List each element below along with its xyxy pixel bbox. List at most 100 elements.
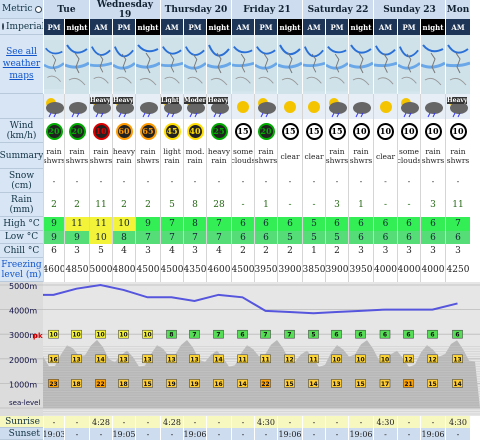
chill-cell: 5 xyxy=(89,244,112,258)
snow-cell: - xyxy=(64,169,89,193)
wind-arrow-icon: 40 xyxy=(186,122,204,140)
weather-icon xyxy=(254,94,277,119)
snow-cell: - xyxy=(43,169,64,193)
weather-map-thumb[interactable] xyxy=(420,35,445,94)
time-of-day: AM xyxy=(373,19,397,35)
snow-cell: - xyxy=(277,169,302,193)
sunset-cell: - xyxy=(325,428,348,440)
wind-speed: 15 xyxy=(237,126,249,136)
weather-map-thumb[interactable] xyxy=(206,35,231,94)
rain-cell: 2 xyxy=(64,193,89,217)
weather-icon: Moderate xyxy=(183,94,206,119)
map-icon xyxy=(446,35,470,94)
chill-cell: 6 xyxy=(43,244,64,258)
weather-map-thumb[interactable] xyxy=(160,35,183,94)
sunset-cell: - xyxy=(373,428,397,440)
unit-metric[interactable]: Metric xyxy=(0,0,43,19)
day-header[interactable]: Tue xyxy=(43,0,89,19)
map-icon xyxy=(113,37,135,92)
temp-badge-text: 10 xyxy=(356,356,364,363)
low-temp-cell: 9 xyxy=(43,231,64,244)
chill-cell: 3 xyxy=(373,244,397,258)
summary-cell: light rain xyxy=(160,143,183,169)
temp-badge-text: 6 xyxy=(455,332,459,339)
radio-icon xyxy=(35,5,43,13)
wind-arrow-icon: 10 xyxy=(377,122,394,140)
chill-cell: 3 xyxy=(135,244,160,258)
sun-icon xyxy=(379,100,392,113)
temp-badge-text: 19 xyxy=(167,381,175,388)
temp-badge-text: 10 xyxy=(381,356,389,363)
weather-map-thumb[interactable] xyxy=(183,35,206,94)
day-header[interactable]: Sunday 23 xyxy=(373,0,445,19)
chill-cell: 3 xyxy=(183,244,206,258)
weather-map-thumb[interactable] xyxy=(348,35,373,94)
weather-map-thumb[interactable] xyxy=(325,35,348,94)
day-header[interactable]: Friday 21 xyxy=(231,0,302,19)
peak-label: pk xyxy=(33,332,43,340)
time-of-day: PM xyxy=(183,19,206,35)
day-header-row: Tue Wednesday 19 Thursday 20 Friday 21 Satur… xyxy=(43,0,470,19)
temp-badge-text: 14 xyxy=(238,381,246,388)
weather-map-thumb[interactable] xyxy=(135,35,160,94)
day-header[interactable]: Wednesday 19 xyxy=(89,0,160,19)
sun-icon xyxy=(308,100,320,113)
weather-map-thumb[interactable] xyxy=(373,35,397,94)
temp-badge-text: 13 xyxy=(332,381,340,388)
time-of-day: PM xyxy=(397,19,420,35)
weather-map-thumb[interactable] xyxy=(64,35,89,94)
weather-map-thumb[interactable] xyxy=(397,35,420,94)
wind-speed: 10 xyxy=(379,126,392,136)
weather-map-thumb[interactable] xyxy=(445,35,470,94)
time-of-day: night xyxy=(348,19,373,35)
map-icon xyxy=(303,37,325,92)
wind-cell: 60 xyxy=(112,119,135,143)
high-temp-row: 9 11 11 10 9 7 8 7 6 6 6 5 6 6 6 6 6 7 xyxy=(43,217,480,231)
weather-map-thumb[interactable] xyxy=(277,35,302,94)
altitude-chart: 5000m4000m3000m2000m1000msea-levelpk 10 10… xyxy=(0,282,480,416)
wind-speed: 65 xyxy=(142,126,154,136)
rain-row: 2 2 11 2 2 5 8 28-1- -3 1- -3 11 xyxy=(43,193,480,217)
wind-cell: 65 xyxy=(135,119,160,143)
day-header[interactable]: Thursday 20 xyxy=(160,0,231,19)
weather-map-thumb[interactable] xyxy=(112,35,135,94)
wind-arrow-icon: 10 xyxy=(449,122,467,140)
cloud-rain-icon xyxy=(398,96,420,118)
time-of-day: PM xyxy=(43,19,64,35)
cloud-rain-icon: Moderate xyxy=(184,96,206,118)
low-temp-cell: 7 xyxy=(135,231,160,244)
summary-row: rain shwrs rain shwrs rain shwrs heavy rain… xyxy=(43,143,480,169)
temp-badge-text: 21 xyxy=(404,381,412,388)
rain-cell: 8 xyxy=(183,193,206,217)
weather-map-thumb[interactable] xyxy=(231,35,254,94)
see-all-maps-link[interactable]: See all weather maps xyxy=(0,35,43,94)
sunrise-cell: - xyxy=(64,416,89,428)
weather-icon xyxy=(373,94,397,119)
summary-cell: mod. rain xyxy=(183,143,206,169)
day-header[interactable]: Saturday 22 xyxy=(302,0,373,19)
freezing-cell: 3900 xyxy=(277,258,302,282)
wind-cell: 15 xyxy=(325,119,348,143)
map-icon xyxy=(207,35,231,94)
snow-cell: - xyxy=(206,169,231,193)
wind-arrow-icon: 25 xyxy=(210,122,228,140)
rain-cell: - xyxy=(277,193,302,217)
freezing-cell: 4500 xyxy=(160,258,183,282)
map-icon xyxy=(349,35,373,94)
weather-map-thumb[interactable] xyxy=(43,35,64,94)
temp-badge-text: 11 xyxy=(309,356,317,363)
day-header[interactable]: Mon xyxy=(445,0,470,19)
temp-badge-text: 10 xyxy=(143,332,151,339)
sunset-cell: 19:05 xyxy=(112,428,135,440)
wind-speed: 40 xyxy=(189,126,201,136)
temp-badge-text: 22 xyxy=(96,381,104,388)
temp-badge-text: 6 xyxy=(240,332,244,339)
temp-badge-text: 13 xyxy=(453,356,461,363)
map-icon xyxy=(255,37,277,92)
weather-map-thumb[interactable] xyxy=(89,35,112,94)
weather-map-thumb[interactable] xyxy=(254,35,277,94)
unit-imperial[interactable]: Imperial xyxy=(0,19,45,35)
temp-badge-text: 15 xyxy=(428,381,436,388)
weather-map-thumb[interactable] xyxy=(302,35,325,94)
rain-cell: 11 xyxy=(445,193,470,217)
